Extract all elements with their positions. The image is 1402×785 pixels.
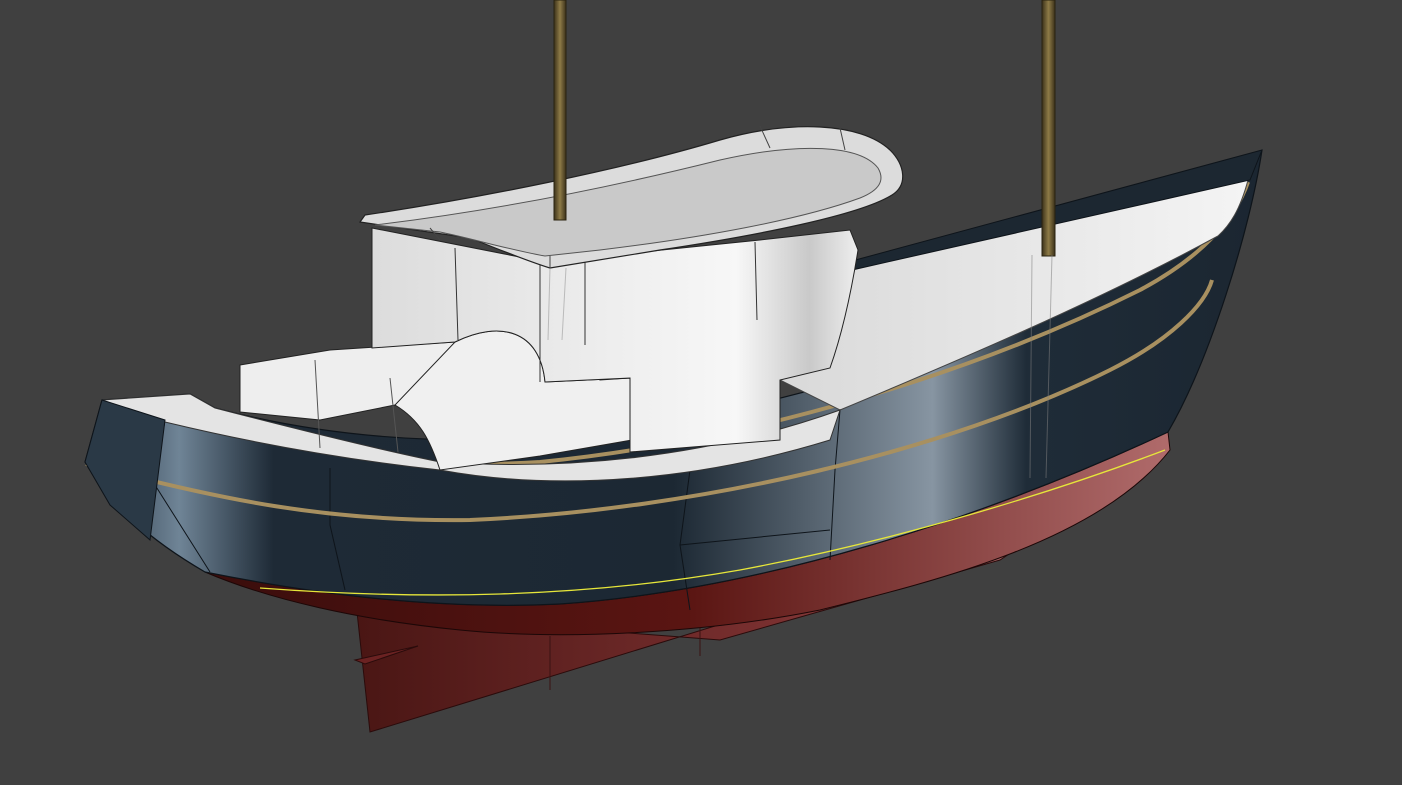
transom	[84, 399, 166, 541]
main-mast	[553, 0, 567, 221]
boat-model-render	[84, 0, 1263, 733]
fore-mast	[1041, 0, 1056, 257]
3d-viewport[interactable]	[0, 0, 1402, 785]
